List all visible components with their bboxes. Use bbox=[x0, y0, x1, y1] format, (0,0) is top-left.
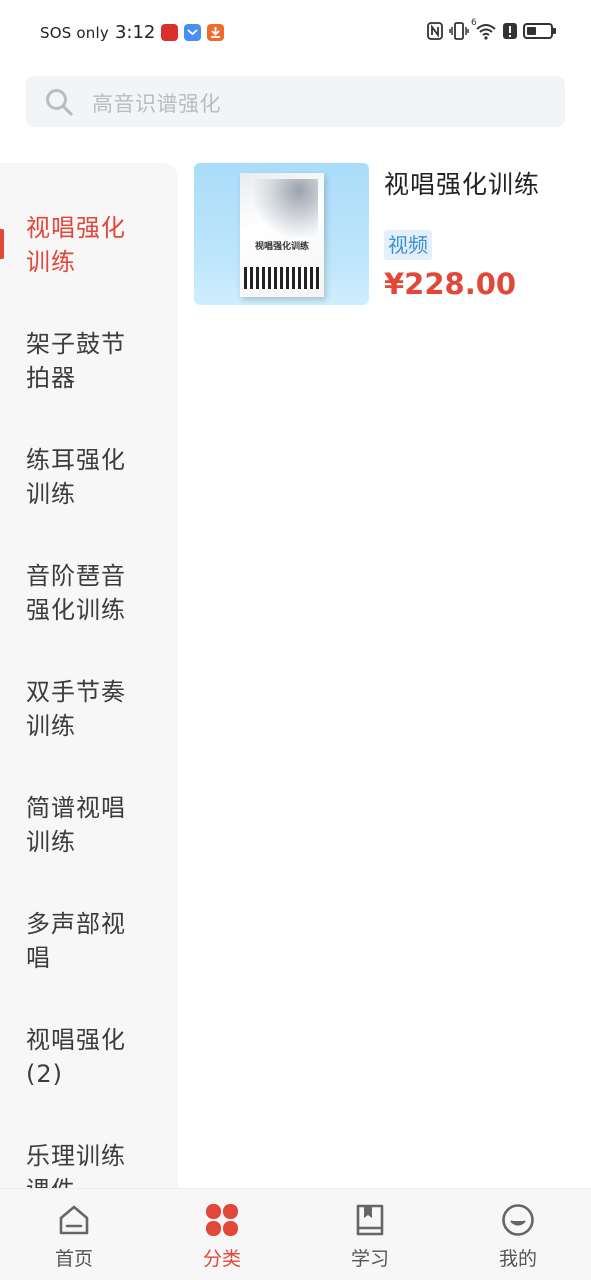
category-item-7[interactable]: 多声部视 唱 bbox=[0, 859, 178, 975]
book-cover-title: 视唱强化训练 bbox=[254, 242, 309, 252]
product-card[interactable]: 视唱强化训练 视唱强化训练 视频 ¥228.00 bbox=[194, 163, 574, 305]
category-item-2[interactable]: 架子鼓节 拍器 bbox=[0, 279, 178, 395]
category-label-line1: 双手节奏 bbox=[26, 678, 126, 706]
blue-app-icon bbox=[184, 24, 202, 41]
category-label-line2: 训练 bbox=[26, 480, 76, 508]
book-icon bbox=[356, 1204, 384, 1236]
category-label: 视唱强化 (2) bbox=[26, 1023, 136, 1091]
tab-label: 我的 bbox=[498, 1248, 537, 1270]
category-sidebar[interactable]: 视唱强化 训练 架子鼓节 拍器 练耳强化 训练 音阶琶音 强化训练 双手节奏 训… bbox=[0, 163, 178, 1188]
wing-graphic bbox=[254, 179, 318, 237]
piano-keys-graphic bbox=[244, 267, 320, 289]
wifi-icon bbox=[476, 24, 496, 40]
red-app-icon bbox=[161, 24, 179, 41]
book-cover-image: 视唱强化训练 bbox=[240, 173, 324, 297]
tab-profile[interactable]: 我的 bbox=[444, 1189, 591, 1280]
category-label-line1: 多声部视 bbox=[26, 910, 126, 938]
tab-label: 分类 bbox=[202, 1248, 241, 1270]
screen: SOS only 3:12 6 高音识谱强化 视唱强化 训练 架子鼓节 拍器 练… bbox=[0, 0, 591, 1280]
category-label: 练耳强化 训练 bbox=[26, 443, 136, 511]
product-thumbnail[interactable]: 视唱强化训练 bbox=[194, 163, 369, 305]
category-label-line2: 训练 bbox=[26, 828, 76, 856]
tab-study[interactable]: 学习 bbox=[296, 1189, 444, 1280]
battery-tip bbox=[553, 28, 556, 34]
category-label-line1: 架子鼓节 bbox=[26, 330, 126, 358]
clock: 3:12 bbox=[114, 22, 156, 43]
tab-home[interactable]: 首页 bbox=[0, 1189, 148, 1280]
nfc-icon bbox=[427, 22, 443, 40]
category-label-line2: (2) bbox=[26, 1060, 63, 1088]
profile-icon bbox=[502, 1204, 534, 1236]
category-icon bbox=[206, 1204, 238, 1236]
category-label-line2: 训练 bbox=[26, 712, 76, 740]
category-item-3[interactable]: 练耳强化 训练 bbox=[0, 395, 178, 511]
category-item-1[interactable]: 视唱强化 训练 bbox=[0, 163, 178, 279]
category-item-5[interactable]: 双手节奏 训练 bbox=[0, 627, 178, 743]
alert-icon bbox=[503, 23, 517, 39]
search-icon bbox=[46, 89, 73, 116]
category-label-line1: 音阶琶音 bbox=[26, 562, 126, 590]
download-app-icon bbox=[207, 24, 225, 41]
tab-label: 首页 bbox=[54, 1248, 93, 1270]
category-item-6[interactable]: 简谱视唱 训练 bbox=[0, 743, 178, 859]
category-label-line1: 简谱视唱 bbox=[26, 794, 126, 822]
battery-icon bbox=[523, 23, 556, 39]
category-label-line2: 课件 bbox=[26, 1173, 136, 1188]
status-left: SOS only 3:12 bbox=[40, 22, 225, 43]
product-price: ¥228.00 bbox=[384, 267, 517, 301]
category-label-line1: 练耳强化 bbox=[26, 446, 126, 474]
wifi-indicator: 6 bbox=[471, 18, 497, 40]
category-label: 音阶琶音 强化训练 bbox=[26, 559, 136, 627]
carrier-text: SOS only bbox=[40, 23, 109, 42]
category-label: 多声部视 唱 bbox=[26, 907, 136, 975]
tab-category[interactable]: 分类 bbox=[148, 1189, 296, 1280]
category-label-line2: 训练 bbox=[26, 248, 76, 276]
wifi-badge: 6 bbox=[471, 18, 477, 28]
status-right: 6 bbox=[427, 18, 556, 40]
category-label: 乐理训练 课件 bbox=[26, 1139, 136, 1188]
category-label-line2: 唱 bbox=[26, 944, 51, 972]
product-type-tag: 视频 bbox=[384, 230, 432, 260]
category-label: 视唱强化 训练 bbox=[26, 211, 136, 279]
category-label: 简谱视唱 训练 bbox=[26, 791, 136, 859]
category-item-9[interactable]: 乐理训练 课件 bbox=[0, 1091, 178, 1188]
category-label-line2: 强化训练 bbox=[26, 596, 126, 624]
category-label-line1: 乐理训练 bbox=[26, 1142, 126, 1170]
tab-label: 学习 bbox=[350, 1248, 389, 1270]
category-label: 架子鼓节 拍器 bbox=[26, 327, 136, 395]
bottom-tab-bar: 首页 分类 学习 我的 bbox=[0, 1188, 591, 1280]
category-label-line1: 视唱强化 bbox=[26, 214, 126, 242]
category-item-4[interactable]: 音阶琶音 强化训练 bbox=[0, 511, 178, 627]
active-indicator bbox=[0, 229, 4, 259]
category-item-8[interactable]: 视唱强化 (2) bbox=[0, 975, 178, 1091]
category-label: 双手节奏 训练 bbox=[26, 675, 136, 743]
product-title[interactable]: 视唱强化训练 bbox=[384, 165, 540, 201]
vibrate-icon bbox=[449, 22, 469, 40]
category-label-line2: 拍器 bbox=[26, 364, 76, 392]
home-icon bbox=[59, 1205, 89, 1235]
status-bar: SOS only 3:12 6 bbox=[0, 0, 591, 66]
search-input[interactable]: 高音识谱强化 bbox=[92, 88, 221, 118]
category-label-line1: 视唱强化 bbox=[26, 1026, 126, 1054]
search-bar[interactable]: 高音识谱强化 bbox=[26, 76, 565, 127]
battery-fill bbox=[527, 27, 536, 35]
